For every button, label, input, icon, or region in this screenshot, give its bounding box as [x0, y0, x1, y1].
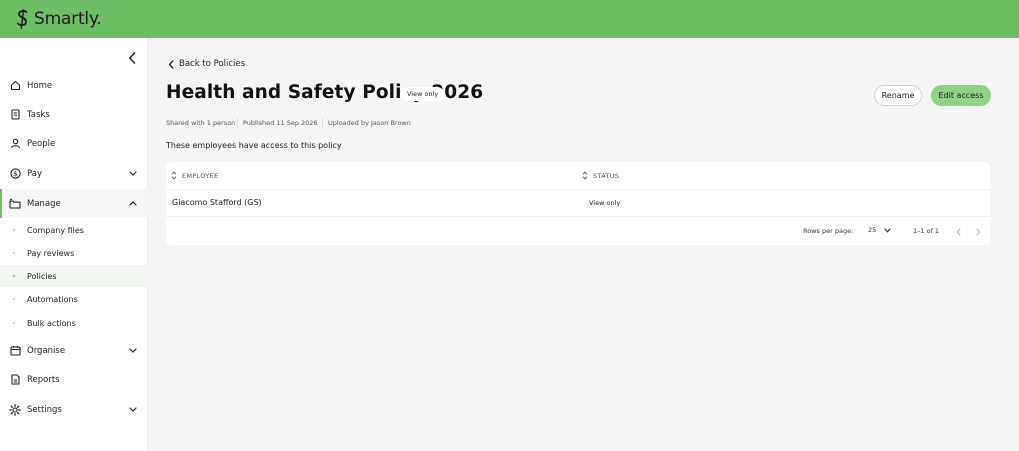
employee-cell: Giacomo Stafford (GS) [172, 198, 262, 207]
main-content: Back to Policies Health and Safety Polic… [148, 38, 1019, 451]
chevron-left-icon [168, 59, 174, 69]
brand-name: Smartly. [34, 9, 102, 29]
report-icon [9, 374, 21, 386]
sidebar-item-pay[interactable]: $ Pay [0, 159, 148, 188]
bullet-dot [13, 275, 15, 277]
sort-icon [171, 171, 177, 180]
column-header-label: EMPLOYEE [182, 171, 219, 180]
sidebar-subitem-label: Pay reviews [27, 248, 75, 258]
sidebar-item-manage[interactable]: Manage [0, 189, 148, 218]
calendar-icon [9, 345, 21, 357]
bullet-dot [13, 252, 15, 254]
bullet-dot [13, 322, 15, 324]
status-cell: View only [589, 198, 621, 207]
column-header-employee[interactable]: EMPLOYEE [171, 162, 218, 189]
pagination-range: 1–1 of 1 [913, 227, 940, 235]
chevron-left-icon [956, 228, 961, 236]
sidebar-item-label: Organise [27, 345, 66, 356]
rows-per-page-select[interactable]: 25 [868, 226, 891, 234]
sidebar-item-tasks[interactable]: Tasks [0, 100, 148, 129]
bullet-dot [13, 298, 15, 300]
sidebar-item-label: Manage [27, 198, 61, 209]
uploaded-by-text: Uploaded by Jason Brown [328, 119, 411, 127]
gear-icon [9, 403, 21, 416]
next-page-button[interactable] [973, 227, 983, 237]
sidebar-subitem-policies[interactable]: Policies [0, 265, 148, 287]
sidebar-item-label: Pay [27, 168, 42, 179]
sidebar-item-label: People [27, 138, 56, 149]
sidebar-item-home[interactable]: Home [0, 71, 148, 100]
sidebar-subitem-company-files[interactable]: Company files [0, 219, 148, 241]
access-heading: These employees have access to this poli… [166, 141, 342, 150]
sidebar-subitem-label: Policies [27, 271, 57, 281]
person-icon [9, 138, 21, 150]
shared-with-text: Shared with 1 person [166, 119, 236, 127]
sidebar-item-label: Home [27, 80, 53, 91]
sidebar-item-label: Reports [27, 374, 60, 385]
sort-icon [582, 171, 588, 180]
sidebar-item-organise[interactable]: Organise [0, 336, 148, 365]
meta-divider [237, 118, 238, 127]
published-date-text: Published 11 Sep 2026 [243, 119, 318, 127]
sidebar-item-settings[interactable]: Settings [0, 395, 148, 424]
chevron-down-icon [128, 404, 138, 414]
access-table: EMPLOYEE STATUS Giacomo Stafford (GS) Vi… [166, 162, 990, 245]
sidebar-item-people[interactable]: People [0, 129, 148, 158]
chevron-left-icon [129, 52, 136, 64]
rows-per-page-value: 25 [868, 226, 877, 234]
rename-button[interactable]: Rename [874, 85, 922, 106]
meta-divider [322, 118, 323, 127]
chevron-right-icon [975, 228, 980, 236]
sidebar-item-label: Settings [27, 404, 62, 415]
top-bar: Smartly. [0, 0, 1019, 38]
back-to-policies-link[interactable]: Back to Policies [168, 59, 245, 69]
home-icon [9, 80, 21, 92]
sidebar-subitem-automations[interactable]: Automations [0, 288, 148, 310]
sidebar-subitem-label: Company files [27, 225, 84, 235]
row-divider [166, 189, 990, 190]
previous-page-button[interactable] [953, 227, 963, 237]
smartly-logo-icon [17, 9, 28, 29]
collapse-sidebar-button[interactable] [124, 50, 140, 66]
column-header-label: STATUS [593, 171, 620, 180]
rows-per-page-label: Rows per page: [803, 227, 854, 235]
sidebar-subitem-pay-reviews[interactable]: Pay reviews [0, 242, 148, 264]
back-link-label: Back to Policies [179, 59, 246, 69]
view-only-badge: View only [401, 87, 445, 101]
sidebar-subitem-bulk-actions[interactable]: Bulk actions [0, 312, 148, 334]
manage-icon [9, 198, 21, 210]
chevron-down-icon [128, 345, 138, 355]
sidebar-subitem-label: Bulk actions [27, 318, 76, 328]
sidebar-item-label: Tasks [27, 109, 50, 120]
column-header-status[interactable]: STATUS [582, 162, 619, 189]
chevron-down-icon [884, 227, 891, 233]
tasks-icon [9, 109, 21, 121]
chevron-up-icon [128, 198, 138, 208]
chevron-down-icon [128, 168, 138, 178]
bullet-dot [13, 229, 15, 231]
edit-access-button[interactable]: Edit access [931, 85, 991, 106]
sidebar-item-reports[interactable]: Reports [0, 365, 148, 394]
row-divider [166, 216, 990, 217]
sidebar: Home Tasks People $ Pay Manage Company f… [0, 38, 148, 451]
svg-text:$: $ [13, 170, 17, 178]
dollar-icon: $ [9, 168, 21, 180]
sidebar-subitem-label: Automations [27, 294, 78, 304]
